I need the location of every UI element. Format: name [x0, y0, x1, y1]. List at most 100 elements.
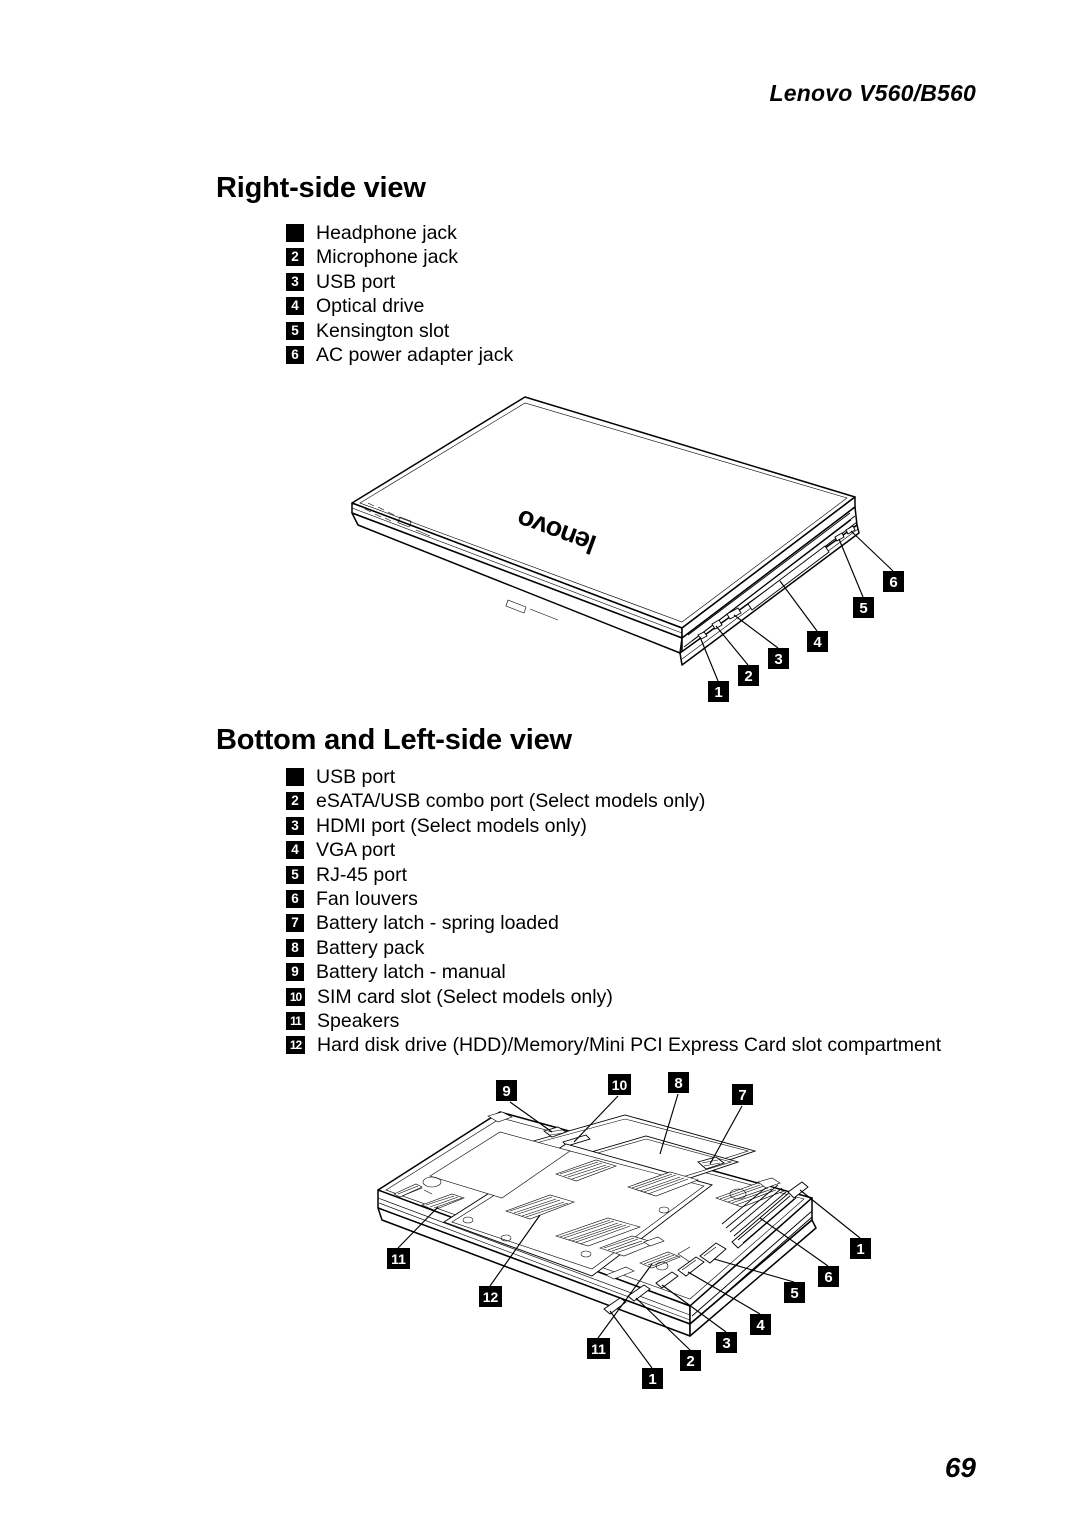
- figure-callout-1-front: 1: [642, 1368, 663, 1389]
- svg-text:4: 4: [813, 634, 822, 651]
- figure-callout-4: 4: [750, 1314, 771, 1335]
- figure-callout-11-right: 11: [587, 1338, 610, 1359]
- callout-badge-2: 2: [286, 248, 304, 267]
- callout-badge-4: 4: [286, 297, 304, 316]
- section-heading-right-side-view: Right-side view: [216, 172, 426, 204]
- list-item: Headphone jack: [286, 221, 513, 245]
- list-item-label: RJ-45 port: [316, 863, 408, 886]
- svg-text:8: 8: [674, 1075, 682, 1092]
- figure-callout-2: 2: [738, 665, 759, 686]
- list-item-label: eSATA/USB combo port (Select models only…: [316, 790, 706, 813]
- figure-callout-3: 3: [768, 648, 789, 669]
- list-item-label: Speakers: [317, 1009, 400, 1032]
- svg-text:4: 4: [756, 1317, 765, 1334]
- figure-callout-1: 1: [708, 681, 729, 702]
- figure-callout-10: 10: [608, 1074, 631, 1095]
- svg-text:12: 12: [483, 1289, 499, 1305]
- figure-callout-5: 5: [853, 597, 874, 618]
- svg-text:1: 1: [648, 1371, 656, 1388]
- callout-badge-12: 12: [286, 1036, 305, 1055]
- legend-right-side-view: Headphone jack 2 Microphone jack 3 USB p…: [286, 221, 513, 367]
- document-page: Lenovo V560/B560 Right-side view Headpho…: [0, 0, 1080, 1532]
- list-item-label: SIM card slot (Select models only): [317, 985, 613, 1008]
- page-number: 69: [944, 1452, 976, 1483]
- list-item-label: AC power adapter jack: [316, 343, 514, 366]
- list-item: 4 Optical drive: [286, 294, 513, 318]
- list-item: 2 Microphone jack: [286, 245, 513, 269]
- callout-badge-7: 7: [286, 914, 304, 933]
- callout-badge-3: 3: [286, 272, 304, 291]
- list-item: USB port: [286, 765, 941, 789]
- section-heading-bottom-and-left-side-view: Bottom and Left-side view: [216, 724, 572, 756]
- list-item-label: Hard disk drive (HDD)/Memory/Mini PCI Ex…: [317, 1034, 942, 1057]
- callout-badge-6: 6: [286, 889, 304, 908]
- figure-callout-12: 12: [479, 1286, 502, 1307]
- list-item-label: VGA port: [316, 839, 396, 862]
- list-item: 10 SIM card slot (Select models only): [286, 985, 941, 1009]
- svg-text:6: 6: [824, 1269, 832, 1286]
- right-side-view-illustration: lenovo 1 2 3 4 5 6: [330, 385, 930, 715]
- svg-text:3: 3: [774, 651, 782, 668]
- list-item: 7 Battery latch - spring loaded: [286, 911, 941, 935]
- list-item-label: Headphone jack: [316, 222, 457, 244]
- callout-badge-3: 3: [286, 816, 304, 835]
- list-item: 4 VGA port: [286, 838, 941, 862]
- list-item: 5 Kensington slot: [286, 319, 513, 343]
- callout-badge-8: 8: [286, 938, 304, 957]
- list-item-label: Optical drive: [316, 295, 425, 318]
- list-item-label: Kensington slot: [316, 319, 450, 342]
- callout-badge-10: 10: [286, 987, 305, 1006]
- list-item: 6 Fan louvers: [286, 887, 941, 911]
- list-item-label: Battery pack: [316, 936, 425, 959]
- callout-badge-9: 9: [286, 963, 304, 982]
- svg-text:2: 2: [686, 1353, 694, 1370]
- list-item-label: USB port: [316, 766, 396, 788]
- callout-badge-1: [286, 768, 304, 786]
- figure-callout-2: 2: [680, 1350, 701, 1371]
- callout-badge-5: 5: [286, 321, 304, 340]
- running-header-title: Lenovo V560/B560: [769, 80, 976, 106]
- callout-badge-2: 2: [286, 792, 304, 811]
- list-item: 12 Hard disk drive (HDD)/Memory/Mini PCI…: [286, 1033, 941, 1057]
- callout-badge-4: 4: [286, 841, 304, 860]
- figure-callout-9: 9: [496, 1080, 517, 1101]
- list-item: 8 Battery pack: [286, 936, 941, 960]
- figure-callout-6: 6: [818, 1266, 839, 1287]
- svg-text:9: 9: [502, 1083, 510, 1100]
- figure-callout-6: 6: [883, 571, 904, 592]
- figure-callout-5: 5: [784, 1282, 805, 1303]
- list-item: 11 Speakers: [286, 1009, 941, 1033]
- svg-text:6: 6: [889, 574, 897, 591]
- svg-text:10: 10: [612, 1077, 628, 1093]
- list-item: 5 RJ-45 port: [286, 863, 941, 887]
- list-item-label: Battery latch - spring loaded: [316, 912, 559, 935]
- figure-callout-11-left: 11: [387, 1248, 410, 1269]
- svg-text:1: 1: [714, 684, 722, 701]
- list-item: 6 AC power adapter jack: [286, 343, 513, 367]
- callout-badge-11: 11: [286, 1011, 305, 1030]
- callout-badge-5: 5: [286, 865, 304, 884]
- figure-callout-8: 8: [668, 1072, 689, 1093]
- list-item: 9 Battery latch - manual: [286, 960, 941, 984]
- callout-badge-6: 6: [286, 345, 304, 364]
- list-item-label: Battery latch - manual: [316, 961, 506, 984]
- svg-text:1: 1: [856, 1241, 864, 1258]
- list-item: 3 USB port: [286, 270, 513, 294]
- list-item: 2 eSATA/USB combo port (Select models on…: [286, 789, 941, 813]
- list-item-label: USB port: [316, 270, 396, 293]
- list-item: 3 HDMI port (Select models only): [286, 814, 941, 838]
- callout-badge-1: [286, 224, 304, 242]
- figure-callout-7: 7: [732, 1084, 753, 1105]
- svg-text:11: 11: [591, 1341, 606, 1357]
- svg-text:11: 11: [391, 1251, 406, 1267]
- list-item-label: HDMI port (Select models only): [316, 814, 587, 837]
- bottom-and-left-side-view-illustration: 9 10 8 7 11 12 11 1 2 3 4 5 6 1: [360, 1070, 920, 1390]
- figure-callout-3: 3: [716, 1332, 737, 1353]
- svg-text:2: 2: [744, 668, 752, 685]
- legend-bottom-and-left-side-view: USB port 2 eSATA/USB combo port (Select …: [286, 765, 941, 1058]
- svg-text:7: 7: [738, 1087, 746, 1104]
- svg-text:5: 5: [790, 1285, 798, 1302]
- svg-text:5: 5: [859, 600, 867, 617]
- figure-callout-1-rear: 1: [850, 1238, 871, 1259]
- figure-callout-4: 4: [807, 631, 828, 652]
